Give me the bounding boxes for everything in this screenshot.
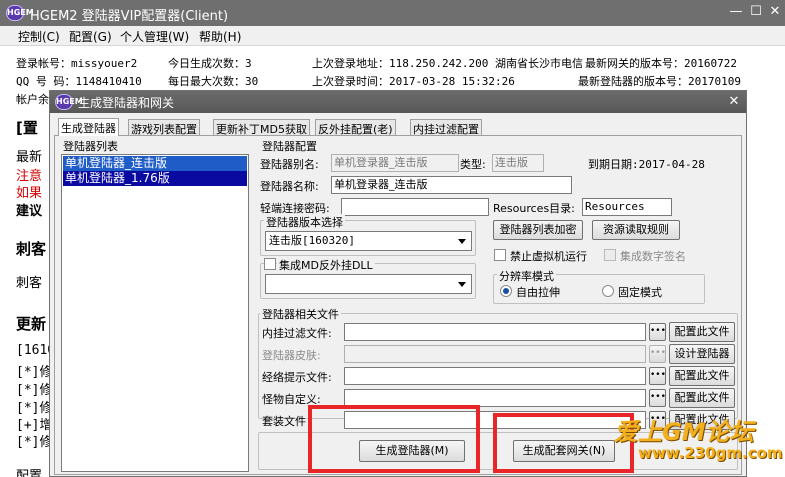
qq-info: QQ 号 码：1148410410 xyxy=(16,75,142,88)
tab-filter-config[interactable]: 内挂过滤配置 xyxy=(410,119,482,136)
close-icon[interactable]: ✕ xyxy=(767,4,783,20)
version-select-value: 连击版[160320] xyxy=(269,234,355,247)
menu-control[interactable]: 控制(C) xyxy=(18,28,60,45)
watermark-url: www.230gm.com xyxy=(638,444,783,462)
menu-bar: 控制(C) 配置(G) 个人管理(W) 帮助(H) xyxy=(0,26,785,46)
encrypt-list-button[interactable]: 登陆器列表加密 xyxy=(493,220,583,240)
last-login-time: 上次登录时间：2017-03-28 15:32:26 xyxy=(312,75,515,88)
filter-file-label: 内挂过滤文件: xyxy=(262,327,332,340)
account-info: 登录帐号：missyouer2 xyxy=(16,57,138,70)
no-vm-label: 禁止虚拟机运行 xyxy=(510,250,587,263)
bg-line: 刺客 xyxy=(16,276,43,291)
resource-rule-button[interactable]: 资源读取规则 xyxy=(592,220,680,240)
balance-label-partial: 帐户余 xyxy=(16,93,49,106)
no-vm-checkbox[interactable] xyxy=(494,249,506,261)
tab-anticheat-old[interactable]: 反外挂配置(老) xyxy=(315,119,396,136)
chevron-down-icon xyxy=(458,282,466,287)
browse-button[interactable]: ••• xyxy=(649,367,666,385)
menu-config[interactable]: 配置(G) xyxy=(69,28,112,45)
tab-game-list[interactable]: 游戏列表配置 xyxy=(128,119,200,136)
expire-date: 到期日期:2017-04-28 xyxy=(588,158,705,171)
filter-file-field[interactable] xyxy=(344,323,646,341)
launcher-listbox[interactable]: 单机登陆器_连击版 单机登陆器_1.76版 xyxy=(61,154,249,472)
close-icon[interactable]: ✕ xyxy=(726,95,742,109)
version-group-label: 登陆器版本选择 xyxy=(264,214,345,230)
config-file-button[interactable]: 配置此文件 xyxy=(669,322,735,342)
version-select[interactable]: 连击版[160320] xyxy=(265,231,472,251)
bg-heading: 刺客 xyxy=(16,240,47,258)
today-gen-count: 今日生成次数：3 xyxy=(168,57,252,70)
design-launcher-button[interactable]: 设计登陆器 xyxy=(669,344,735,364)
minimize-icon[interactable]: — xyxy=(728,4,744,20)
name-label: 登陆器名称: xyxy=(260,180,319,193)
menu-personal[interactable]: 个人管理(W) xyxy=(120,28,189,45)
watermark-logo: 爱上GM论坛 www.230gm.com xyxy=(612,412,783,472)
window-title: HGEM2 登陆器VIP配置器(Client) xyxy=(30,9,229,24)
free-stretch-radio[interactable] xyxy=(500,285,512,297)
fixed-mode-label: 固定模式 xyxy=(618,286,662,299)
menu-help[interactable]: 帮助(H) xyxy=(199,28,241,45)
tab-generate-launcher[interactable]: 生成登陆器 xyxy=(58,118,119,136)
meridian-file-field[interactable] xyxy=(344,367,646,385)
launcher-name-field[interactable]: 单机登录器_连击版 xyxy=(331,176,572,194)
main-title-bar: HGEM HGEM2 登陆器VIP配置器(Client) — ☐ ✕ xyxy=(0,0,785,26)
last-login-address: 上次登录地址：118.250.242.200 湖南省长沙市电信 xyxy=(312,57,583,70)
dialog-title-bar: HGEM 生成登陆器和网关 ✕ xyxy=(50,91,746,113)
config-section-label: 登陆器配置 xyxy=(260,138,319,154)
digital-sign-checkbox[interactable] xyxy=(604,249,616,261)
bg-line: [*]修 xyxy=(16,383,53,398)
alias-label: 登陆器别名: xyxy=(260,158,319,171)
tab-md5-patch[interactable]: 更新补丁MD5获取 xyxy=(213,119,310,136)
resolution-label: 分辨率模式 xyxy=(497,268,556,284)
related-files-label: 登陆器相关文件 xyxy=(260,306,341,322)
skin-label: 登陆器皮肤: xyxy=(262,349,321,362)
bg-line: 建议 xyxy=(16,204,43,219)
maximize-icon[interactable]: ☐ xyxy=(748,4,764,20)
digital-sign-label: 集成数字签名 xyxy=(620,250,686,263)
resources-label: Resources目录: xyxy=(493,202,575,215)
password-field[interactable] xyxy=(341,198,489,216)
skin-field[interactable] xyxy=(344,345,646,363)
app-logo-icon: HGEM xyxy=(6,5,34,21)
suit-file-label: 套装文件 xyxy=(262,415,306,428)
md-dll-label: 集成MD反外挂DLL xyxy=(277,257,375,273)
type-field[interactable]: 连击版 xyxy=(492,154,544,172)
bg-heading: 更新 xyxy=(16,315,47,333)
resources-field[interactable]: Resources xyxy=(582,198,672,216)
bg-heading: [置 xyxy=(16,119,38,137)
list-item[interactable]: 单机登陆器_1.76版 xyxy=(63,171,247,186)
free-stretch-label: 自由拉伸 xyxy=(516,286,560,299)
latest-launcher-version: 最新登陆器的版本号：20170109 xyxy=(578,75,741,88)
browse-button[interactable]: ••• xyxy=(649,345,666,363)
fixed-mode-radio[interactable] xyxy=(602,285,614,297)
bg-line: 最新 xyxy=(16,150,43,165)
md-dll-select[interactable] xyxy=(265,274,472,294)
max-gen-count: 每日最大次数：30 xyxy=(168,75,259,88)
watermark-title: 爱上GM论坛 xyxy=(614,418,754,446)
latest-gateway-version: 最新网关的版本号：20160722 xyxy=(585,57,737,70)
meridian-file-label: 经络提示文件: xyxy=(262,371,332,384)
config-file-button[interactable]: 配置此文件 xyxy=(669,366,735,386)
browse-button[interactable]: ••• xyxy=(649,323,666,341)
bg-warning-line: 如果 xyxy=(16,186,43,201)
chevron-down-icon xyxy=(458,239,466,244)
launcher-list-label: 登陆器列表 xyxy=(61,138,120,154)
config-file-button[interactable]: 配置此文件 xyxy=(669,388,735,408)
type-label: 类型: xyxy=(460,158,486,171)
highlight-box xyxy=(308,405,480,473)
browse-button[interactable]: ••• xyxy=(649,389,666,407)
bg-line: [*]修 xyxy=(16,435,53,450)
dialog-title: 生成登陆器和网关 xyxy=(78,96,175,110)
bg-line: 配置 xyxy=(16,469,43,477)
bg-line: [*]修 xyxy=(16,365,53,380)
list-item[interactable]: 单机登陆器_连击版 xyxy=(63,156,247,171)
md-dll-checkbox[interactable] xyxy=(264,258,276,270)
app-logo-icon: HGEM xyxy=(55,94,83,110)
alias-field[interactable]: 单机登录器_连击版 xyxy=(331,154,459,172)
